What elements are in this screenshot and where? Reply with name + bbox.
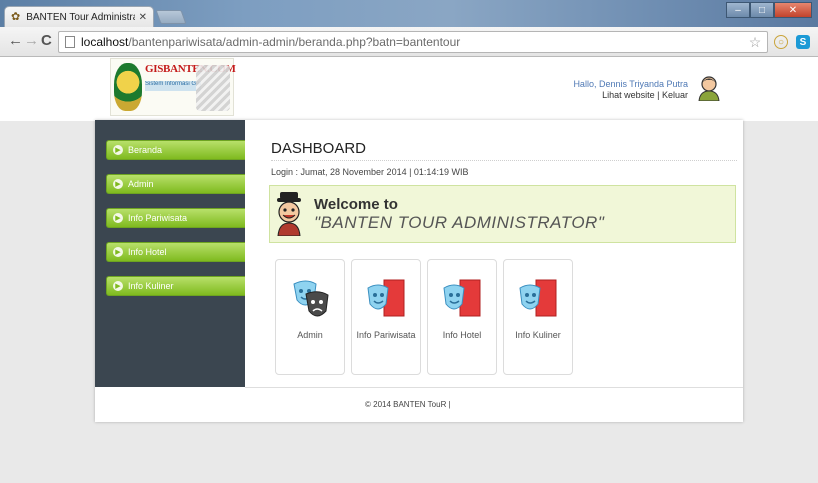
tab-close-icon[interactable]: ✕	[139, 12, 147, 23]
site-logo[interactable]: GISBANTEN.COM Sistem Informasi Geografis…	[110, 58, 236, 116]
sidebar-item-label: Info Kuliner	[128, 281, 174, 291]
reload-icon[interactable]: C	[41, 33, 52, 49]
card-label: Info Kuliner	[515, 330, 561, 340]
browser-titlebar: ✿ BANTEN Tour Administra ✕ – □ ✕	[0, 0, 818, 27]
banten-emblem-icon	[114, 63, 142, 111]
arrow-right-icon: ▶	[113, 145, 123, 155]
url-path: /bantenpariwisata/admin-admin/beranda.ph…	[128, 35, 461, 49]
card-label: Admin	[297, 330, 323, 340]
back-arrow-icon[interactable]: ←	[8, 33, 23, 49]
link-separator: |	[657, 90, 660, 100]
sidebar-item-info-kuliner[interactable]: ▶ Info Kuliner	[106, 276, 245, 296]
shortcut-card-info-hotel[interactable]: Info Hotel	[427, 259, 497, 375]
welcome-banner: Welcome to "BANTEN TOUR ADMINISTRATOR"	[269, 185, 736, 243]
shortcut-cards: Admin Info Pariwisata Info Hotel Info Ku…	[275, 259, 579, 375]
user-links: Lihat website | Keluar	[573, 90, 688, 101]
address-bar[interactable]: localhost /bantenpariwisata/admin-admin/…	[58, 31, 768, 53]
shortcut-card-info-pariwisata[interactable]: Info Pariwisata	[351, 259, 421, 375]
url-host: localhost	[81, 35, 129, 49]
extension-icon[interactable]: ○	[774, 35, 788, 49]
minimize-button[interactable]: –	[726, 2, 750, 18]
logout-link[interactable]: Keluar	[662, 90, 688, 100]
logo-subtitle: Sistem Informasi Geografis Banten	[145, 81, 201, 91]
page-icon	[65, 36, 75, 48]
sidebar-item-label: Info Hotel	[128, 247, 167, 257]
sidebar-item-info-hotel[interactable]: ▶ Info Hotel	[106, 242, 245, 262]
browser-tab[interactable]: ✿ BANTEN Tour Administra ✕	[4, 6, 154, 27]
sidebar: ▶ Beranda ▶ Admin ▶ Info Pariwisata ▶ In…	[95, 120, 245, 387]
logo-illustration	[196, 65, 230, 111]
page-footer: © 2014 BANTEN TouR |	[245, 387, 743, 422]
window-controls: – □ ✕	[726, 2, 812, 18]
site-favicon-icon: ✿	[11, 11, 21, 23]
mascot-icon	[277, 192, 301, 236]
shortcut-card-info-kuliner[interactable]: Info Kuliner	[503, 259, 573, 375]
login-info: Login : Jumat, 28 November 2014 | 01:14:…	[271, 167, 469, 177]
mask-book-icon	[519, 279, 557, 317]
sidebar-item-label: Info Pariwisata	[128, 213, 188, 223]
tab-title: BANTEN Tour Administra	[26, 11, 135, 23]
arrow-right-icon: ▶	[113, 213, 123, 223]
welcome-heading: Welcome to	[314, 196, 398, 213]
forward-arrow-icon[interactable]: →	[24, 33, 39, 49]
view-website-link[interactable]: Lihat website	[602, 90, 655, 100]
arrow-right-icon: ▶	[113, 247, 123, 257]
card-label: Info Pariwisata	[356, 330, 416, 340]
arrow-right-icon: ▶	[113, 179, 123, 189]
mask-book-icon	[367, 279, 405, 317]
mask-book-icon	[443, 279, 481, 317]
user-avatar-icon	[698, 76, 720, 101]
shortcut-card-admin[interactable]: Admin	[275, 259, 345, 375]
window-close-button[interactable]: ✕	[774, 2, 812, 18]
main-panel: ▶ Beranda ▶ Admin ▶ Info Pariwisata ▶ In…	[95, 120, 743, 422]
maximize-button[interactable]: □	[750, 2, 774, 18]
sidebar-item-admin[interactable]: ▶ Admin	[106, 174, 245, 194]
site-header: GISBANTEN.COM Sistem Informasi Geografis…	[0, 57, 818, 121]
sidebar-item-info-pariwisata[interactable]: ▶ Info Pariwisata	[106, 208, 245, 228]
new-tab-button[interactable]	[155, 10, 187, 24]
bookmark-star-icon[interactable]: ☆	[748, 34, 762, 50]
arrow-right-icon: ▶	[113, 281, 123, 291]
skype-extension-icon[interactable]: S	[796, 35, 810, 49]
page-title: DASHBOARD	[271, 140, 737, 161]
sidebar-item-label: Beranda	[128, 145, 163, 155]
theater-masks-icon	[293, 280, 329, 317]
card-label: Info Hotel	[442, 330, 482, 340]
sidebar-item-label: Admin	[128, 179, 154, 189]
welcome-app-name: "BANTEN TOUR ADMINISTRATOR"	[314, 213, 605, 232]
user-greeting: Hallo, Dennis Triyanda Putra	[573, 79, 688, 89]
content-area: DASHBOARD Login : Jumat, 28 November 201…	[269, 140, 737, 243]
sidebar-item-beranda[interactable]: ▶ Beranda	[106, 140, 245, 160]
user-area: Hallo, Dennis Triyanda Putra Lihat websi…	[573, 79, 688, 101]
footer-copyright: © 2014 BANTEN TouR |	[365, 400, 451, 409]
browser-toolbar: ← → C localhost /bantenpariwisata/admin-…	[0, 27, 818, 57]
